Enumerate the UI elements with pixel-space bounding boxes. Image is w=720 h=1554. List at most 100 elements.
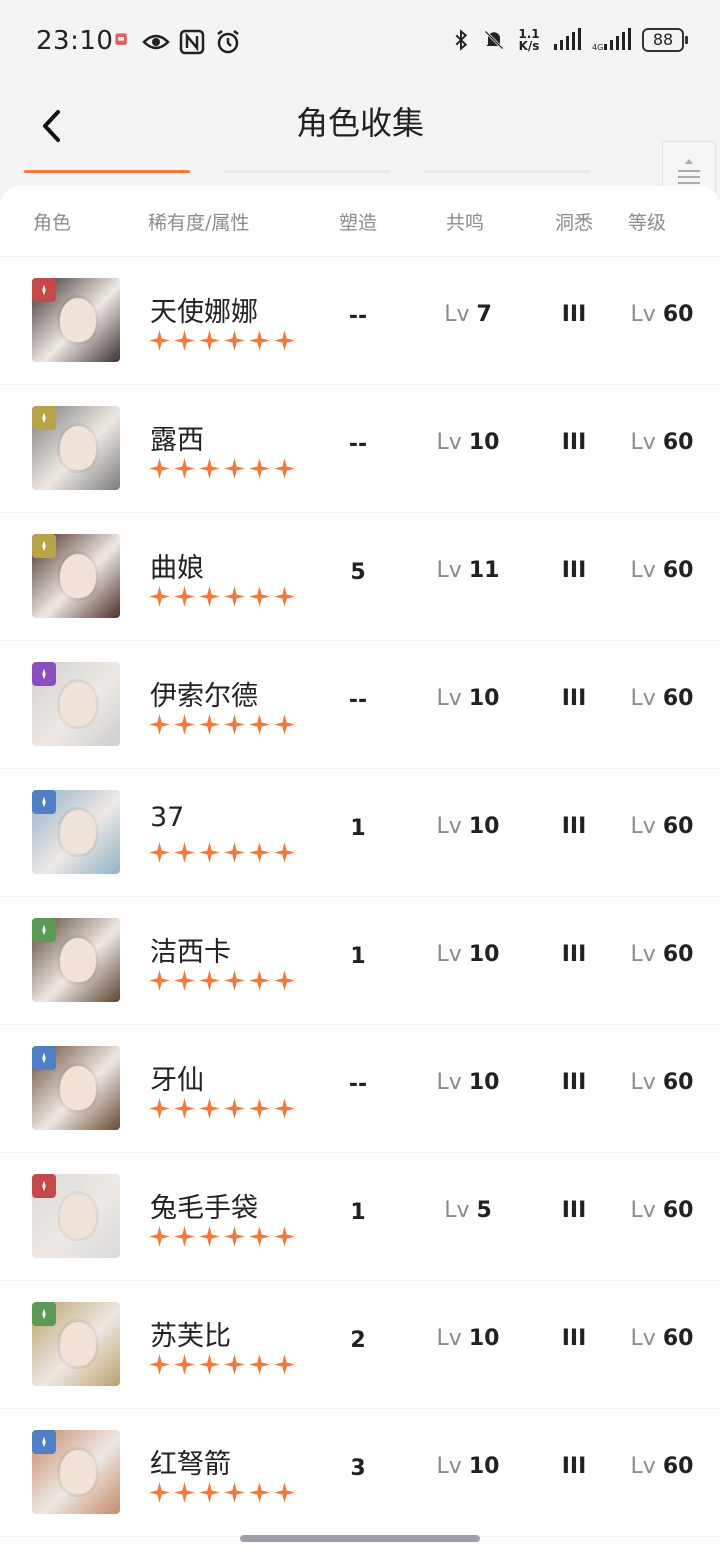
nav-bar: 角色收集 — [0, 84, 720, 170]
lv-prefix: Lv — [630, 302, 656, 327]
table-row[interactable]: 曲娘 5 Lv 11 III Lv 60 — [0, 512, 720, 641]
star-icon — [199, 714, 220, 735]
star-icon — [174, 842, 195, 863]
tab-indicator-2[interactable] — [224, 170, 390, 173]
star-icon — [224, 586, 245, 607]
table-row[interactable]: 洁西卡 1 Lv 10 III Lv 60 — [0, 896, 720, 1025]
star-icon — [149, 330, 170, 351]
rarity-stars — [149, 330, 295, 351]
nfc-icon — [179, 29, 205, 55]
character-name: 露西 — [150, 425, 204, 456]
star-icon — [249, 970, 270, 991]
star-icon — [174, 586, 195, 607]
rarity-stars — [149, 714, 295, 735]
signal-2-icon: 4G — [592, 28, 631, 52]
eye-icon — [142, 34, 170, 50]
status-bar: 23:10 1.1 K/s 4G 88 — [0, 0, 720, 84]
level-value: Lv 60 — [622, 1198, 702, 1223]
star-icon — [224, 1354, 245, 1375]
lv-prefix: Lv — [630, 1326, 656, 1351]
svg-text:4G: 4G — [592, 43, 603, 52]
resonance-value: Lv 10 — [420, 686, 516, 711]
star-icon — [224, 330, 245, 351]
tab-indicator[interactable] — [0, 170, 720, 174]
table-row[interactable]: 天使娜娜 -- Lv 7 III Lv 60 — [0, 256, 720, 385]
character-list: 角色 稀有度/属性 塑造 共鸣 洞悉 等级 天使娜娜 -- Lv 7 III Lv 60… — [0, 186, 720, 1554]
star-icon — [274, 1482, 295, 1503]
bluetooth-icon — [455, 29, 468, 51]
star-icon — [199, 1482, 220, 1503]
lv-prefix: Lv — [630, 686, 656, 711]
status-time: 23:10 — [36, 26, 114, 56]
character-portrait — [32, 1174, 120, 1258]
element-icon — [32, 1430, 56, 1454]
portrait-face — [60, 1450, 96, 1494]
star-icon — [174, 330, 195, 351]
table-row[interactable]: 37 1 Lv 10 III Lv 60 — [0, 768, 720, 897]
level-number: 60 — [662, 430, 694, 455]
lv-prefix: Lv — [444, 1198, 470, 1223]
character-name: 伊索尔德 — [150, 681, 258, 712]
tab-indicator-3[interactable] — [424, 170, 590, 173]
insight-value: III — [561, 430, 587, 455]
level-number: 60 — [662, 1454, 694, 1479]
star-icon — [199, 330, 220, 351]
rarity-stars — [149, 586, 295, 607]
status-right-icons: 1.1 K/s 4G 88 — [450, 26, 688, 54]
star-icon — [274, 458, 295, 479]
tab-indicator-active[interactable] — [24, 170, 190, 173]
table-row[interactable]: 伊索尔德 -- Lv 10 III Lv 60 — [0, 640, 720, 769]
resonance-value: Lv 10 — [420, 814, 516, 839]
star-icon — [199, 586, 220, 607]
star-icon — [224, 1482, 245, 1503]
level-value: Lv 60 — [622, 1454, 702, 1479]
insight-value: III — [561, 942, 587, 967]
portrait-face — [60, 1322, 96, 1366]
character-name: 洁西卡 — [150, 937, 231, 968]
table-row[interactable]: 露西 -- Lv 10 III Lv 60 — [0, 384, 720, 513]
character-name: 红弩箭 — [150, 1449, 231, 1480]
star-icon — [274, 842, 295, 863]
rarity-stars — [149, 1098, 295, 1119]
lv-prefix: Lv — [630, 1454, 656, 1479]
level-number: 60 — [662, 942, 694, 967]
signal-icon — [554, 28, 581, 50]
shape-value: -- — [348, 688, 368, 713]
element-icon — [32, 918, 56, 942]
shape-value: 2 — [350, 1328, 366, 1353]
header-level: 等级 — [628, 212, 667, 234]
home-indicator[interactable] — [240, 1535, 480, 1542]
character-name: 天使娜娜 — [150, 297, 258, 328]
table-row[interactable]: 牙仙 -- Lv 10 III Lv 60 — [0, 1024, 720, 1153]
character-name: 曲娘 — [150, 553, 204, 584]
level-number: 60 — [662, 558, 694, 583]
rarity-stars — [149, 1482, 295, 1503]
table-row[interactable]: 兔毛手袋 1 Lv 5 III Lv 60 — [0, 1152, 720, 1281]
star-icon — [249, 1226, 270, 1247]
shape-value: 3 — [350, 1456, 366, 1481]
resonance-number: 7 — [476, 302, 492, 327]
character-name: 牙仙 — [150, 1065, 204, 1096]
level-value: Lv 60 — [622, 430, 702, 455]
star-icon — [274, 1098, 295, 1119]
network-speed: 1.1 K/s — [516, 28, 542, 52]
insight-value: III — [561, 1070, 587, 1095]
resonance-number: 11 — [468, 558, 500, 583]
element-icon — [32, 278, 56, 302]
shape-value: -- — [348, 432, 368, 457]
element-icon — [32, 406, 56, 430]
star-icon — [274, 586, 295, 607]
element-icon — [32, 1302, 56, 1326]
level-value: Lv 60 — [622, 942, 702, 967]
resonance-number: 10 — [468, 1326, 500, 1351]
resonance-value: Lv 10 — [420, 1454, 516, 1479]
table-row[interactable]: 红弩箭 3 Lv 10 III Lv 60 — [0, 1408, 720, 1537]
level-value: Lv 60 — [622, 686, 702, 711]
star-icon — [274, 330, 295, 351]
element-icon — [32, 1174, 56, 1198]
table-row[interactable]: 苏芙比 2 Lv 10 III Lv 60 — [0, 1280, 720, 1409]
character-portrait — [32, 790, 120, 874]
shape-value: 1 — [350, 944, 366, 969]
character-name: 兔毛手袋 — [150, 1193, 258, 1224]
header-insight: 洞悉 — [555, 212, 594, 234]
